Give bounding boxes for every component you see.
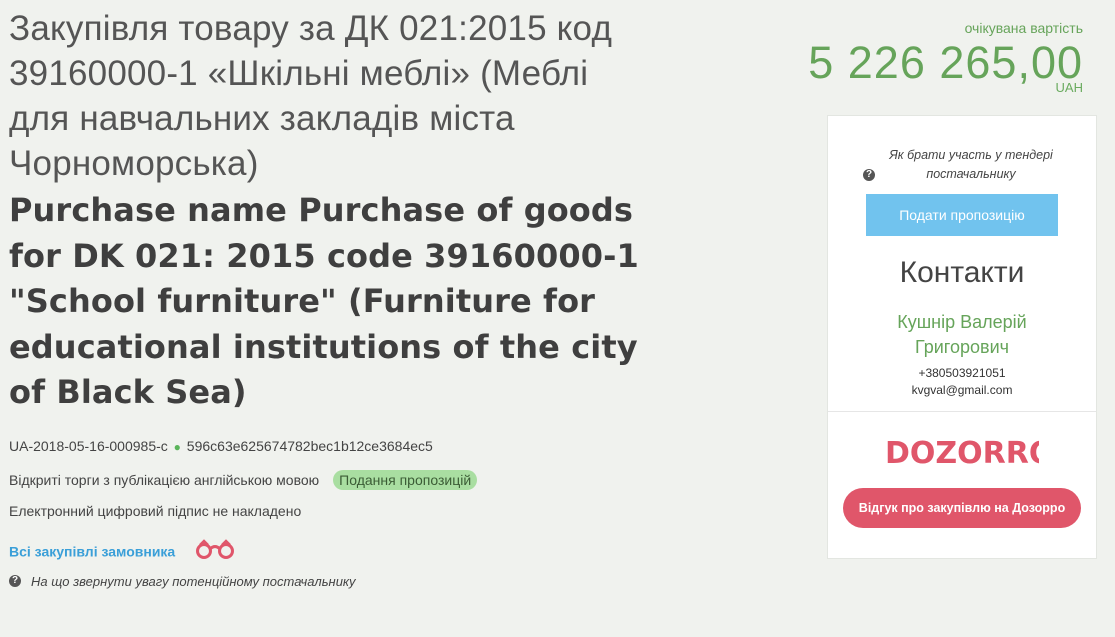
how-to-participate-link[interactable]: ? Як брати участь у тендері постачальнику (828, 146, 1096, 184)
supplier-hint-text: На що звернути увагу потенційному постач… (31, 573, 356, 589)
tender-meta: UA-2018-05-16-000985-c ● 596c63e62567478… (9, 437, 649, 527)
expected-value-amount: 5 226 265,00 (808, 37, 1083, 88)
dozorro-logo[interactable]: DOZORRO (828, 436, 1096, 473)
participation-card: ? Як брати участь у тендері постачальнику… (827, 115, 1097, 559)
card-divider (828, 411, 1096, 412)
status-dot-icon: ● (173, 439, 181, 454)
tender-id-line: UA-2018-05-16-000985-c ● 596c63e62567478… (9, 437, 649, 455)
signature-status: Електронний цифровий підпис не накладено (9, 502, 302, 519)
tender-title-en: Purchase name Purchase of goods for DK 0… (9, 191, 639, 411)
tender-main: Закупівля товару за ДК 021:2015 код 3916… (9, 6, 649, 589)
dozorro-logo-text: DOZORRO (885, 436, 1039, 468)
all-customer-purchases-link[interactable]: Всі закупівлі замовника (9, 543, 175, 559)
signature-line: Електронний цифровий підпис не накладено (9, 496, 649, 527)
contact-name: Кушнір Валерій Григорович (828, 310, 1096, 360)
submit-offer-button[interactable]: Подати пропозицію (866, 194, 1058, 236)
dozorro-feedback-button[interactable]: Відгук про закупівлю на Дозорро (843, 488, 1081, 528)
question-circle-icon: ? (863, 169, 875, 181)
procedure-line: Відкриті торги з публікацією англійською… (9, 465, 649, 496)
contact-email[interactable]: kvgval@gmail.com (828, 382, 1096, 399)
tender-title-ua: Закупівля товару за ДК 021:2015 код 3916… (9, 9, 613, 183)
how-to-participate-text: Як брати участь у тендері постачальнику (889, 148, 1053, 181)
tender-hash: 596c63e625674782bec1b12ce3684ec5 (186, 437, 433, 454)
supplier-hint[interactable]: ? На що звернути увагу потенційному пост… (9, 574, 649, 589)
expected-value: очікувана вартість 5 226 265,00 UAH (808, 20, 1083, 95)
binoculars-icon[interactable] (194, 538, 236, 565)
contact-phone: +380503921051 (918, 366, 1006, 380)
question-circle-icon: ? (9, 575, 21, 587)
customer-links: Всі закупівлі замовника (9, 538, 649, 565)
procedure-type: Відкриті торги з публікацією англійською… (9, 471, 320, 488)
status-badge: Подання пропозицій (333, 469, 478, 490)
expected-value-label: очікувана вартість (964, 20, 1083, 36)
contact-name-text: Кушнір Валерій Григорович (897, 312, 1027, 357)
tender-id: UA-2018-05-16-000985-c (9, 437, 168, 454)
contacts-title: Контакти (899, 256, 1025, 289)
